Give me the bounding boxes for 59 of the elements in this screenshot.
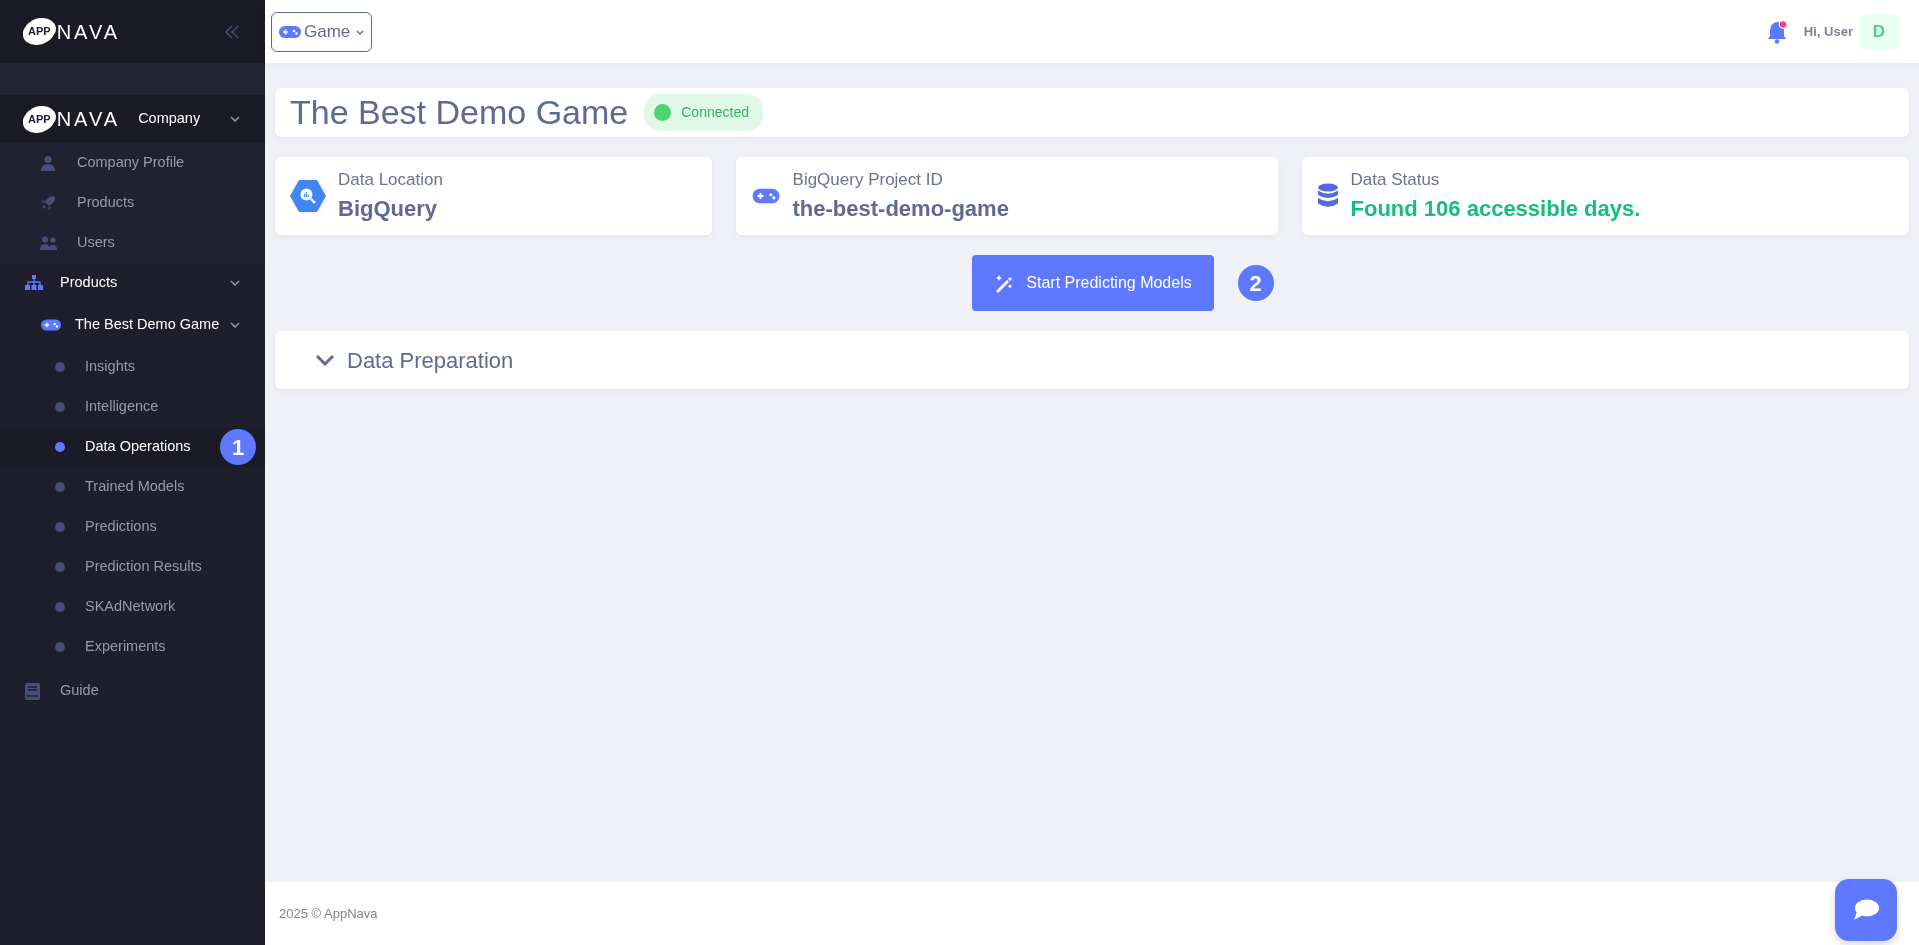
card-value: Found 106 accessible days. [1350,195,1641,224]
bullet-icon [55,562,65,572]
bullet-icon [55,642,65,652]
products-menu-item[interactable]: Products [0,263,265,303]
chat-icon [1852,898,1880,922]
sidebar-item[interactable]: Intelligence [0,387,265,427]
sidebar-item[interactable]: Experiments [0,627,265,667]
step-marker: 1 [220,429,256,465]
card-value: the-best-demo-game [792,195,1009,224]
chevron-down-icon[interactable] [230,320,240,330]
hexagon-search-icon [290,178,326,214]
card-label: Data Status [1350,168,1441,191]
start-predicting-button[interactable]: Start Predicting Models [972,255,1214,311]
sidebar-item[interactable]: Prediction Results [0,547,265,587]
logo-badge: APP [25,107,54,131]
card-label: BigQuery Project ID [792,168,944,191]
logo-text: NAVA [56,19,121,45]
menu-label: Company [138,109,202,129]
sidebar-item[interactable]: Insights [0,347,265,387]
bullet-icon [55,442,65,452]
bullet-icon [55,602,65,612]
database-icon [1316,183,1339,209]
chat-button[interactable] [1835,879,1897,941]
logo-text: NAVA [56,107,121,132]
sidebar-item[interactable]: Data Operations 1 [0,427,265,467]
greeting: Hi, User [1803,22,1853,41]
book-icon [25,682,40,700]
bullet-icon [55,402,65,412]
sitemap-icon [25,275,43,291]
chevron-down-icon [315,353,335,367]
sidebar-item[interactable]: Users [0,223,265,263]
status-dot-icon [654,104,672,121]
card-label: Data Location [338,168,443,191]
logo-badge: APP [25,20,54,43]
chevron-down-icon[interactable] [230,278,240,288]
chevron-down-icon[interactable] [230,114,240,124]
product-menu-item[interactable]: The Best Demo Game [0,303,265,347]
bullet-icon [55,522,65,532]
bullet-icon [55,482,65,492]
game-selector[interactable]: Game [271,11,373,52]
footer-text: 2025 © AppNava [279,904,378,923]
step-marker: 2 [1237,265,1274,301]
magic-wand-icon [994,273,1015,293]
status-badge: Connected [644,94,763,131]
page-title: The Best Demo Game [290,92,629,133]
section-header[interactable]: Data Preparation [275,331,1909,389]
card-value: BigQuery [338,195,439,224]
sidebar-item[interactable]: Company Profile [0,143,265,183]
person-icon [40,155,57,171]
sidebar-item[interactable]: Predictions [0,507,265,547]
sidebar-item[interactable]: Products [0,183,265,223]
sidebar-item[interactable]: SKAdNetwork [0,587,265,627]
bullet-icon [55,362,65,372]
sidebar-item[interactable]: Trained Models [0,467,265,507]
notification-bell-icon[interactable] [1765,19,1788,44]
people-icon [40,235,57,251]
guide-menu-item[interactable]: Guide [0,671,265,711]
rocket-icon [40,195,57,211]
company-menu-item[interactable]: APP NAVA Company [0,95,265,143]
